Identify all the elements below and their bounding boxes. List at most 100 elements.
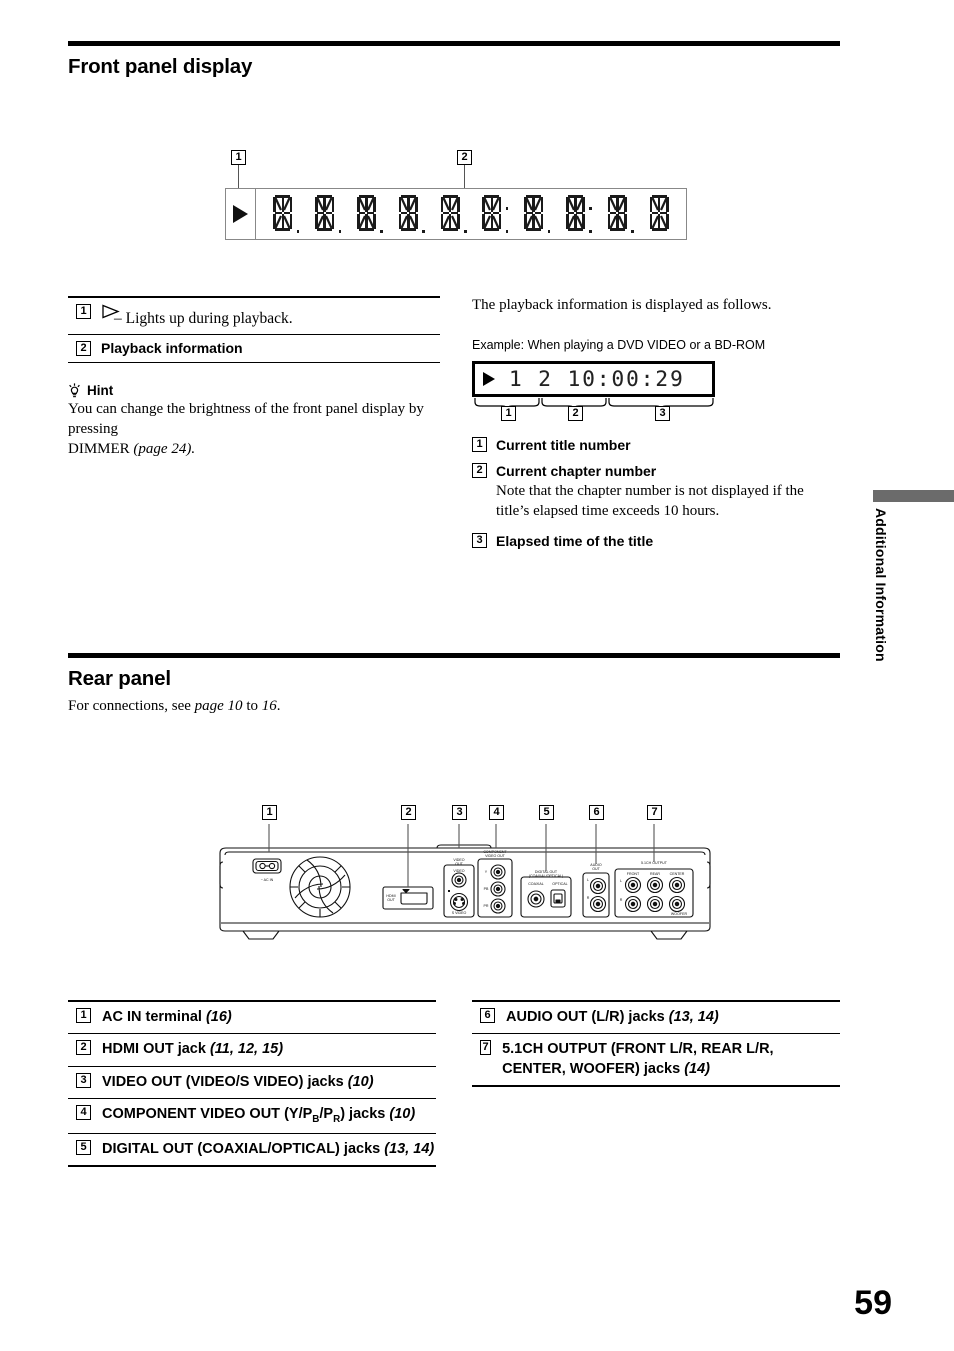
jack-page-ref: (14) xyxy=(684,1060,710,1077)
jack-row: 6 AUDIO OUT (L/R) jacks (13, 14) xyxy=(472,1002,840,1033)
hint-page-ref: (page 24). xyxy=(133,440,196,457)
intro-text-2: to xyxy=(242,698,262,714)
note-line-1: Note that the chapter number is not disp… xyxy=(496,482,804,499)
legend-item-2: 2 Playback information xyxy=(68,335,440,362)
jack-label-text: 5.1CH OUTPUT (FRONT L/R, REAR L/R, CENTE… xyxy=(502,1041,774,1077)
playback-callout-3: 3 xyxy=(472,533,487,549)
rear-callout-1: 1 xyxy=(262,805,277,820)
front-panel-legend-column: 1 – Lights up during playback. 2 Playbac… xyxy=(68,296,440,460)
segment-cell xyxy=(479,195,509,233)
jack-label-4: COMPONENT VIDEO OUT (Y/PB/PR) jacks (10) xyxy=(102,1106,416,1126)
jack-label-3: VIDEO OUT (VIDEO/S VIDEO) jacks (10) xyxy=(102,1073,374,1092)
segment-cell xyxy=(605,195,634,233)
jack-label-2: HDMI OUT jack (11, 12, 15) xyxy=(102,1040,283,1059)
brace-callout-2: 2 xyxy=(568,405,583,421)
segment-period xyxy=(463,230,467,233)
jack-callout-3: 3 xyxy=(76,1072,91,1088)
example-caption: Example: When playing a DVD VIDEO or a B… xyxy=(472,337,766,352)
legend-item-1-detail: – Lights up during playback. xyxy=(114,309,293,327)
front-panel-display-window xyxy=(225,188,687,240)
jack-label-7: 5.1CH OUTPUT (FRONT L/R, REAR L/R, CENTE… xyxy=(502,1040,840,1079)
play-triangle-icon xyxy=(233,205,248,223)
jack-row: 3 VIDEO OUT (VIDEO/S VIDEO) jacks (10) xyxy=(68,1067,436,1098)
rear-callout-7: 7 xyxy=(647,805,662,820)
jack-callout-1: 1 xyxy=(76,1007,91,1023)
manual-page: Front panel display 1 2 1 – Lights up du… xyxy=(0,0,954,1351)
play-indicator-cell xyxy=(226,189,256,239)
jack-page-ref: (13, 14) xyxy=(668,1008,719,1025)
playback-legend-2-label: Current chapter number xyxy=(496,462,657,479)
page-title: Front panel display xyxy=(68,55,253,78)
diagram-callout-2: 2 xyxy=(457,150,472,165)
callout-leader-line xyxy=(238,165,240,188)
jack-label-text: DIGITAL OUT (COAXIAL/OPTICAL) jacks xyxy=(102,1140,385,1157)
brace-callout-3: 3 xyxy=(655,405,670,421)
playback-information-column: The playback information is displayed as… xyxy=(472,296,840,549)
lightbulb-icon xyxy=(68,383,81,398)
front-panel-diagram: 1 2 xyxy=(225,150,695,250)
silk-coaxial: COAXIAL xyxy=(528,882,544,886)
segment-cell xyxy=(354,195,383,233)
playback-intro-text: The playback information is displayed as… xyxy=(472,297,772,313)
segment-period xyxy=(422,230,425,233)
jack-row: 1 AC IN terminal (16) xyxy=(68,1002,436,1033)
playback-legend-list: 1 Current title number 2 Current chapter… xyxy=(472,436,840,549)
segment-colon-bottom xyxy=(589,230,592,233)
silk-s-video: S VIDEO xyxy=(452,911,467,915)
rear-panel-diagram: ~ AC IN HDMI OUT VIDEO OUT VIDEO S VIDEO… xyxy=(215,805,715,955)
playback-legend-item-3: 3 Elapsed time of the title xyxy=(472,533,840,549)
rear-callout-5: 5 xyxy=(539,805,554,820)
silk-audio-l: L xyxy=(587,878,589,882)
rear-jacks-list-left: 1 AC IN terminal (16) 2 HDMI OUT jack (1… xyxy=(68,1000,436,1167)
silk-center: CENTER xyxy=(670,872,685,876)
segment-cell xyxy=(647,195,672,233)
silk-hdmi-2: OUT xyxy=(387,898,395,902)
segment-colon-bottom xyxy=(505,230,509,233)
jack-page-ref: (11, 12, 15) xyxy=(209,1041,284,1058)
segment-period xyxy=(296,230,300,233)
jack-page-ref: (13, 14) xyxy=(384,1140,435,1157)
playback-callout-1: 1 xyxy=(472,436,487,452)
jack-callout-4: 4 xyxy=(76,1105,91,1121)
rear-jacks-list-right: 6 AUDIO OUT (L/R) jacks (13, 14) 7 5.1CH… xyxy=(472,1000,840,1087)
jack-label-6: AUDIO OUT (L/R) jacks (13, 14) xyxy=(506,1008,719,1027)
segment-cell xyxy=(396,195,425,233)
rear-callout-3: 3 xyxy=(452,805,467,820)
jack-callout-7: 7 xyxy=(480,1040,492,1056)
divider xyxy=(68,1165,436,1167)
brace-callout-row: 1 2 3 xyxy=(472,397,715,421)
front-panel-display-section: Front panel display xyxy=(68,41,840,79)
segment-cell xyxy=(312,195,342,233)
page-number: 59 xyxy=(854,1284,892,1322)
rear-callout-4: 4 xyxy=(489,805,504,820)
jack-label-text: HDMI OUT jack xyxy=(102,1041,210,1058)
hint-header: Hint xyxy=(68,383,440,398)
silk-rear: REAR xyxy=(650,872,660,876)
playback-legend-1-label: Current title number xyxy=(496,436,631,453)
silk-front: FRONT xyxy=(627,872,640,876)
jack-callout-5: 5 xyxy=(76,1139,91,1155)
intro-page-ref-1: page 10 xyxy=(194,698,243,714)
rear-panel-drawing: ~ AC IN HDMI OUT VIDEO OUT VIDEO S VIDEO… xyxy=(219,824,711,940)
jack-page-ref: (10) xyxy=(347,1073,374,1090)
jack-callout-2: 2 xyxy=(76,1040,91,1056)
diagram-callout-1: 1 xyxy=(231,150,246,165)
playback-legend-3-label: Elapsed time of the title xyxy=(496,533,654,550)
segment-colon-top xyxy=(505,207,509,210)
jack-row: 7 5.1CH OUTPUT (FRONT L/R, REAR L/R, CEN… xyxy=(472,1034,840,1085)
segment-cell xyxy=(438,195,467,233)
segment-period xyxy=(631,230,634,233)
hint-body: You can change the brightness of the fro… xyxy=(68,400,440,459)
side-tab-label: Additional Information xyxy=(873,508,889,662)
intro-text-3: . xyxy=(276,698,281,714)
segment-period xyxy=(338,230,342,233)
silk-component-2: VIDEO OUT xyxy=(485,854,506,858)
rear-panel-section: Rear panel For connections, see page 10 … xyxy=(68,653,840,717)
legend-item-2-label: Playback information xyxy=(101,339,243,356)
silk-y: Y xyxy=(485,870,488,874)
legend-item-1: 1 – Lights up during playback. xyxy=(68,298,440,334)
segment-digit-row xyxy=(256,189,686,239)
silk-l: L xyxy=(620,879,622,883)
segment-cell xyxy=(563,195,592,233)
silk-ac-in: ~ AC IN xyxy=(261,878,274,882)
